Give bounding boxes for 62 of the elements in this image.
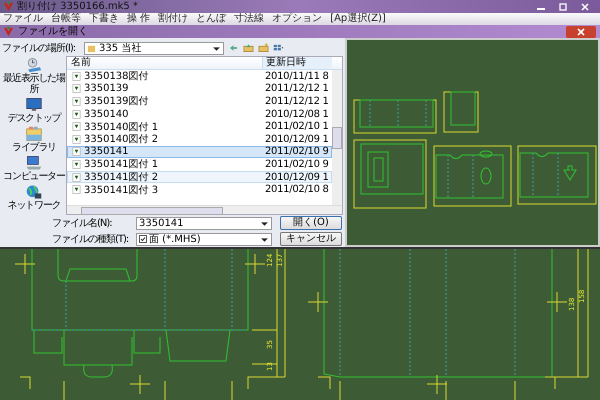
recent-places-icon[interactable] (25, 57, 43, 73)
file-icon (72, 134, 81, 144)
file-row[interactable]: 3350141 2011/02/10 9 (67, 146, 332, 158)
file-row[interactable]: 3350141図付 2 2010/12/09 1 (67, 170, 332, 184)
checkbox-icon (139, 235, 147, 243)
menu-item[interactable]: オプション (272, 13, 322, 25)
file-row[interactable]: 3350139 2011/12/12 1 (67, 82, 332, 96)
folder-icon (87, 44, 96, 52)
file-icon (72, 72, 81, 81)
menu-item[interactable]: とんぼ (196, 13, 226, 25)
folder-icon[interactable] (25, 126, 43, 142)
file-icon (72, 147, 81, 156)
file-icon (72, 160, 81, 169)
place-label[interactable]: 最近表示した場所 (2, 73, 66, 95)
column-header[interactable]: 更新日時 (262, 57, 332, 69)
computer-icon[interactable] (25, 155, 43, 171)
menu-item[interactable]: [Ap選択(Z)] (330, 13, 386, 25)
back-arrow-icon[interactable] (228, 43, 239, 53)
cancel-button[interactable]: キャンセル (280, 232, 342, 246)
menu-item[interactable]: ファイル (3, 13, 43, 25)
place-label[interactable]: デスクトップ (2, 113, 66, 124)
file-icon (72, 110, 81, 119)
app-logo-icon (3, 1, 14, 12)
menu-item[interactable]: 割付け (158, 13, 188, 25)
menu-item[interactable]: 操 作 (127, 13, 150, 25)
file-icon (72, 84, 81, 94)
horizontal-scrollbar[interactable] (67, 205, 342, 214)
location-dropdown[interactable]: 335 当社 (84, 42, 224, 54)
monitor-icon[interactable] (25, 97, 43, 113)
file-icon (72, 185, 81, 194)
menu-item[interactable]: 台帳等 (51, 13, 81, 25)
file-name-label: ファイル名(N): (52, 217, 113, 230)
file-row[interactable]: 3350140図付 2 2010/12/09 1 (67, 132, 332, 146)
file-row[interactable]: 3350141図付 1 2011/02/10 9 (67, 158, 332, 171)
place-label[interactable]: ライブラリ (2, 142, 66, 153)
new-folder-icon[interactable] (258, 43, 269, 53)
file-type-label: ファイルの種類(T): (52, 232, 130, 246)
column-header[interactable]: 名前 (67, 57, 262, 69)
place-label[interactable]: コンピューター (2, 171, 66, 182)
folder-up-icon[interactable] (243, 43, 254, 53)
file-icon (72, 96, 81, 106)
file-row[interactable]: 3350140 2010/12/08 1 (67, 108, 332, 120)
file-row[interactable]: 3350140図付 1 2011/02/10 1 (67, 120, 332, 133)
open-button[interactable]: 開く(O) (280, 216, 342, 230)
dialog-title: ファイルを開く (18, 26, 88, 38)
vertical-scrollbar[interactable] (332, 70, 342, 205)
menu-item[interactable]: 寸法線 (234, 13, 264, 25)
menu-item[interactable]: 下書き (89, 13, 119, 25)
file-icon (72, 122, 81, 132)
globe-icon[interactable] (25, 184, 43, 200)
close-icon[interactable] (566, 26, 596, 38)
file-row[interactable]: 3350141図付 3 2011/02/10 8 (67, 183, 332, 196)
file-row[interactable]: 3350139図付 2011/12/12 1 (67, 95, 332, 108)
file-icon (72, 172, 81, 182)
app-logo-icon (3, 26, 14, 37)
window-title: 割り付け 3350166.mk5 * (17, 0, 138, 12)
view-menu-icon[interactable] (273, 43, 284, 53)
file-type-dropdown[interactable]: 面 (*.MHS) (136, 232, 272, 246)
file-row[interactable]: 3350138図付 2010/11/11 8 (67, 70, 332, 83)
file-name-field[interactable]: 3350141 (136, 216, 272, 230)
location-label: ファイルの場所(I): (2, 42, 76, 55)
place-label[interactable]: ネットワーク (2, 200, 66, 211)
